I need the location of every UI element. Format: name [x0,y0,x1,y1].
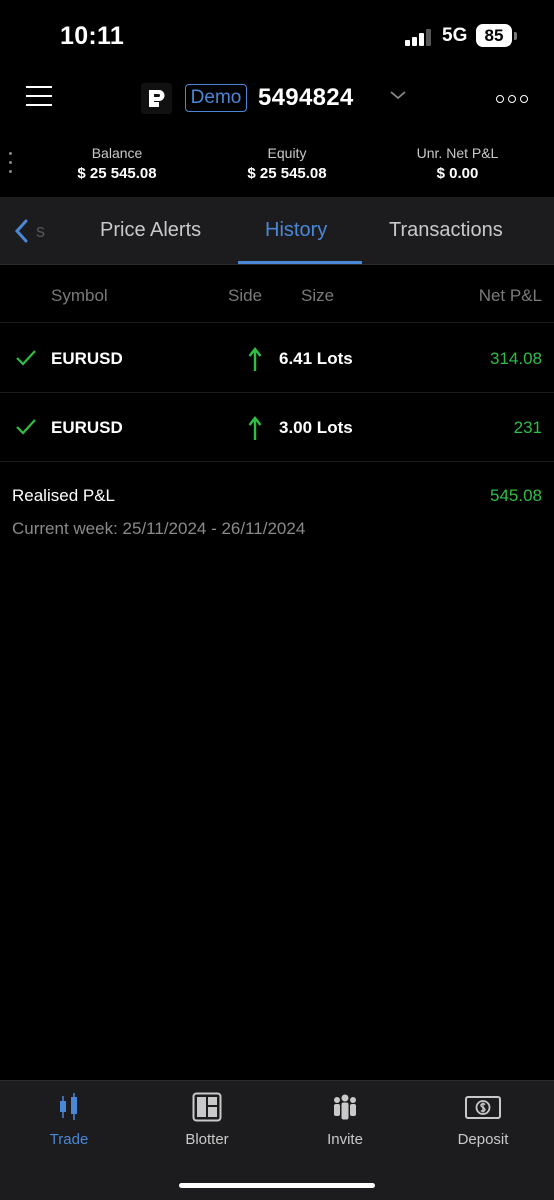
tab-scroll-back-button[interactable] [12,217,52,245]
network-type: 5G [442,25,468,46]
tab-price-alerts[interactable]: Price Alerts [100,219,201,242]
check-icon [15,418,37,435]
row-size: 3.00 Lots [279,418,353,437]
active-tab-indicator [238,261,362,264]
check-icon [15,349,37,366]
balance-value: $ 25 545.08 [77,165,157,182]
status-time: 10:11 [60,22,125,50]
balance-summary: Balance $ 25 545.08 [62,145,172,182]
nav-deposit[interactable]: Deposit [414,1081,552,1161]
row-net-pnl: 314.08 [490,349,542,368]
balance-label: Balance [91,145,143,161]
summary-menu-icon[interactable] [9,152,13,176]
more-options-icon[interactable] [496,95,528,103]
account-summary: Balance $ 25 545.08 Equity $ 25 545.08 U… [0,130,554,196]
realised-pnl-label: Realised P&L [12,486,116,505]
table-row[interactable]: EURUSD 6.41 Lots 314.08 [0,324,554,393]
arrow-up-icon [248,415,262,441]
unrealised-pnl-value: $ 0.00 [436,165,479,182]
nav-trade-label: Trade [49,1131,89,1148]
nav-blotter-label: Blotter [185,1131,229,1148]
battery-icon: 85 [476,24,512,47]
tab-history[interactable]: History [265,219,327,242]
nav-blotter[interactable]: Blotter [138,1081,276,1161]
tab-transactions[interactable]: Transactions [389,219,503,242]
table-header: Symbol Side Size Net P&L [0,266,554,323]
unrealised-pnl-label: Unr. Net P&L [416,145,499,161]
blotter-icon [192,1092,222,1122]
candlestick-icon [54,1092,84,1122]
row-symbol: EURUSD [51,349,123,368]
row-symbol: EURUSD [51,418,123,437]
equity-label: Equity [267,145,307,161]
account-number[interactable]: 5494824 [258,84,354,112]
nav-trade[interactable]: Trade [0,1081,138,1161]
tab-partial-label: s [36,221,45,241]
dollar-bill-icon [464,1092,502,1122]
equity-summary: Equity $ 25 545.08 [232,145,342,182]
people-icon [330,1092,360,1122]
equity-value: $ 25 545.08 [247,165,327,182]
nav-invite[interactable]: Invite [276,1081,414,1161]
column-side: Side [228,286,263,305]
battery-tip [514,32,517,40]
current-week-range: Current week: 25/11/2024 - 26/11/2024 [12,519,306,538]
row-size: 6.41 Lots [279,349,353,368]
row-net-pnl: 231 [513,418,542,437]
menu-icon[interactable] [26,86,52,106]
tab-bar: s Price Alerts History Transactions [0,197,554,265]
column-symbol: Symbol [51,286,108,305]
table-row[interactable]: EURUSD 3.00 Lots 231 [0,393,554,462]
home-indicator[interactable] [179,1183,375,1188]
chevron-down-icon[interactable] [388,88,408,102]
bottom-navigation: Trade Blotter Invite Deposit [0,1080,554,1200]
brand-logo-icon [141,83,172,114]
nav-deposit-label: Deposit [457,1131,509,1148]
column-net-pnl: Net P&L [478,286,542,305]
realised-pnl-value: 545.08 [490,486,542,505]
column-size: Size [301,286,335,305]
demo-badge: Demo [185,84,247,112]
unrealised-pnl-summary: Unr. Net P&L $ 0.00 [400,145,515,182]
signal-icon [405,29,435,46]
nav-invite-label: Invite [327,1131,363,1148]
status-bar: 10:11 5G 85 [0,0,554,70]
app-header: Demo 5494824 [0,70,554,130]
arrow-up-icon [248,346,262,372]
